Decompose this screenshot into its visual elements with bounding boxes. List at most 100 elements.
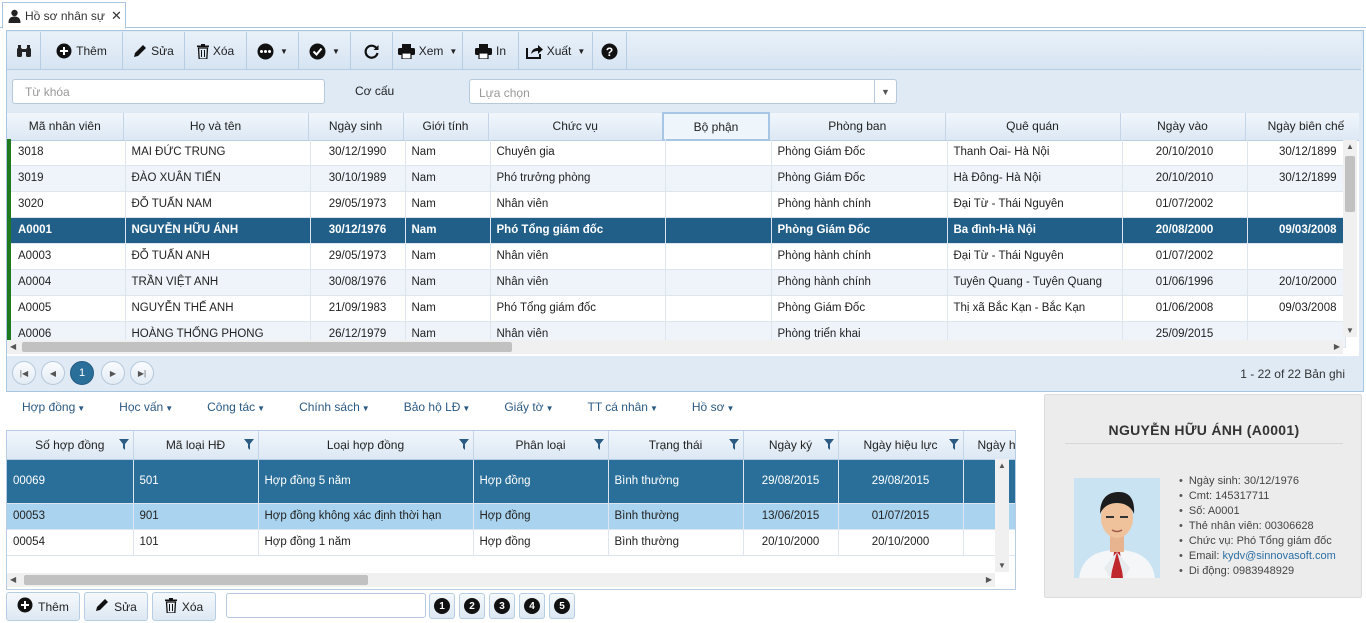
scroll-up-icon[interactable]: ▲ [998, 461, 1006, 470]
table-row[interactable]: 3020 ĐỖ TUẤN NAM 29/05/1973 Nam Nhân viên Phò… [7, 191, 1346, 218]
column-header[interactable]: Ngày hiệu lực [838, 431, 964, 460]
more-dropdown[interactable]: ▼ [247, 32, 299, 70]
table-cell: Phòng Giám Đốc [771, 165, 948, 192]
search-button[interactable] [7, 32, 41, 70]
scroll-up-icon[interactable]: ▲ [1346, 142, 1354, 151]
contract-grid-vertical-scrollbar[interactable]: ▲ ▼ [995, 459, 1009, 572]
scroll-left-icon[interactable]: ◀ [10, 342, 16, 351]
contract-add-button[interactable]: Thêm [6, 592, 80, 621]
column-header[interactable]: Ngày vào [1120, 113, 1246, 141]
keyword-input[interactable] [12, 79, 325, 104]
first-page-button[interactable]: |◀ [12, 361, 36, 385]
detail-tab[interactable]: Bảo hộ LĐ ▼ [404, 400, 471, 422]
table-row[interactable]: A0001 NGUYỄN HỮU ÁNH 30/12/1976 Nam Phó Tổng… [7, 217, 1346, 244]
help-icon: ? [601, 43, 618, 60]
number-button[interactable]: 5 [549, 593, 575, 619]
table-cell: MAI ĐỨC TRUNG [125, 139, 311, 166]
column-header[interactable]: Mã loại HĐ [133, 431, 259, 460]
chevron-down-icon[interactable]: ▼ [874, 80, 896, 103]
scroll-right-icon[interactable]: ▶ [986, 575, 992, 584]
column-header[interactable]: Số hợp đồng [7, 431, 134, 460]
table-row[interactable]: 00069 501 Hợp đồng 5 năm Hợp đồng Bình thườn… [7, 460, 1015, 504]
table-row[interactable]: A0005 NGUYỄN THẾ ANH 21/09/1983 Nam Phó Tổng… [7, 295, 1346, 322]
table-cell: Hợp đồng [473, 503, 609, 530]
tab-ho-so-nhan-su[interactable]: Hồ sơ nhân sự ✕ [2, 2, 126, 29]
scroll-right-icon[interactable]: ▶ [1334, 342, 1340, 351]
scroll-left-icon[interactable]: ◀ [10, 575, 16, 584]
table-cell: Nam [405, 269, 491, 296]
table-row[interactable]: 3019 ĐÀO XUÂN TIẾN 30/10/1989 Nam Phó trưởng… [7, 165, 1346, 192]
detail-tab[interactable]: TT cá nhân ▼ [587, 400, 657, 422]
print-button[interactable]: In [463, 32, 519, 70]
current-page-button[interactable]: 1 [70, 361, 94, 385]
contract-edit-button[interactable]: Sửa [84, 592, 148, 621]
refresh-button[interactable] [351, 32, 393, 70]
number-button[interactable]: 2 [459, 593, 485, 619]
bottom-text-input[interactable] [226, 593, 426, 618]
structure-select[interactable]: Lựa chọn ▼ [469, 79, 897, 104]
table-row[interactable]: A0004 TRẦN VIỆT ANH 30/08/1976 Nam Nhân viên… [7, 269, 1346, 296]
table-row[interactable]: 3018 MAI ĐỨC TRUNG 30/12/1990 Nam Chuyên gia… [7, 139, 1346, 166]
column-header[interactable]: Mã nhân viên [7, 113, 124, 141]
table-cell: Đại Từ - Thái Nguyên [947, 191, 1123, 218]
filter-icon[interactable] [823, 439, 834, 450]
detail-tab[interactable]: Công tác ▼ [207, 400, 265, 422]
filter-icon[interactable] [118, 439, 129, 450]
table-cell: NGUYỄN HỮU ÁNH [125, 217, 311, 244]
column-header[interactable]: Ngày biên chế [1245, 113, 1359, 141]
column-header[interactable]: Trạng thái [608, 431, 744, 460]
table-row[interactable]: 00053 901 Hợp đồng không xác định thời hạn… [7, 503, 1015, 530]
filter-icon[interactable] [458, 439, 469, 450]
detail-tab-label: Hồ sơ [691, 400, 725, 414]
column-header[interactable]: Họ và tên [123, 113, 309, 141]
number-button[interactable]: 1 [429, 593, 455, 619]
table-row[interactable]: 00054 101 Hợp đồng 1 năm Hợp đồng Bình thườn… [7, 529, 1015, 556]
column-header-label: Ngày hết hạn [977, 437, 1016, 452]
export-label: Xuất [546, 44, 572, 58]
next-page-button[interactable]: ▶ [101, 361, 125, 385]
prev-page-button[interactable]: ◀ [41, 361, 65, 385]
contract-delete-button[interactable]: Xóa [152, 592, 216, 621]
column-header[interactable]: Phòng ban [769, 113, 946, 141]
filter-icon[interactable] [948, 439, 959, 450]
approve-dropdown[interactable]: ▼ [299, 32, 351, 70]
detail-tab[interactable]: Học vấn ▼ [119, 400, 173, 422]
column-header[interactable]: Ngày hết hạn [963, 431, 1016, 460]
last-page-button[interactable]: ▶| [130, 361, 154, 385]
detail-tab[interactable]: Hồ sơ ▼ [692, 400, 734, 422]
export-dropdown[interactable]: Xuất ▼ [519, 32, 593, 70]
scroll-down-icon[interactable]: ▼ [1346, 326, 1354, 335]
filter-icon[interactable] [593, 439, 604, 450]
view-dropdown[interactable]: Xem ▼ [393, 32, 463, 70]
scrollbar-thumb[interactable] [22, 342, 512, 352]
profile-email-link[interactable]: kydv@sinnovasoft.com [1222, 550, 1335, 562]
detail-tab-label: TT cá nhân [587, 400, 648, 414]
number-button[interactable]: 3 [489, 593, 515, 619]
column-header[interactable]: Giới tính [403, 113, 489, 141]
detail-tab[interactable]: Giấy tờ ▼ [504, 400, 553, 422]
close-icon[interactable]: ✕ [111, 8, 122, 24]
column-header[interactable]: Chức vụ [488, 113, 664, 141]
add-button[interactable]: Thêm [41, 32, 123, 70]
help-button[interactable]: ? [593, 32, 627, 70]
scrollbar-thumb[interactable] [24, 575, 368, 585]
scrollbar-thumb[interactable] [1345, 156, 1355, 212]
table-cell [665, 191, 772, 218]
number-button[interactable]: 4 [519, 593, 545, 619]
detail-tab[interactable]: Chính sách ▼ [299, 400, 370, 422]
column-header[interactable]: Ngày sinh [308, 113, 404, 141]
detail-tab[interactable]: Hợp đồng ▼ [22, 400, 85, 422]
table-row[interactable]: A0003 ĐỖ TUẤN ANH 29/05/1973 Nam Nhân viên Ph… [7, 243, 1346, 270]
column-header[interactable]: Phân loại [473, 431, 609, 460]
column-header[interactable]: Ngày ký [743, 431, 839, 460]
delete-button[interactable]: Xóa [185, 32, 247, 70]
column-header[interactable]: Quê quán [945, 113, 1121, 141]
scroll-down-icon[interactable]: ▼ [998, 561, 1006, 570]
contract-grid-body: 00069 501 Hợp đồng 5 năm Hợp đồng Bình thườn… [7, 460, 1015, 556]
filter-icon[interactable] [728, 439, 739, 450]
column-header[interactable]: Bộ phận [662, 112, 770, 141]
column-header[interactable]: Loại hợp đồng [258, 431, 474, 460]
edit-button[interactable]: Sửa [123, 32, 185, 70]
number-circle-icon: 3 [494, 598, 510, 614]
filter-icon[interactable] [243, 439, 254, 450]
